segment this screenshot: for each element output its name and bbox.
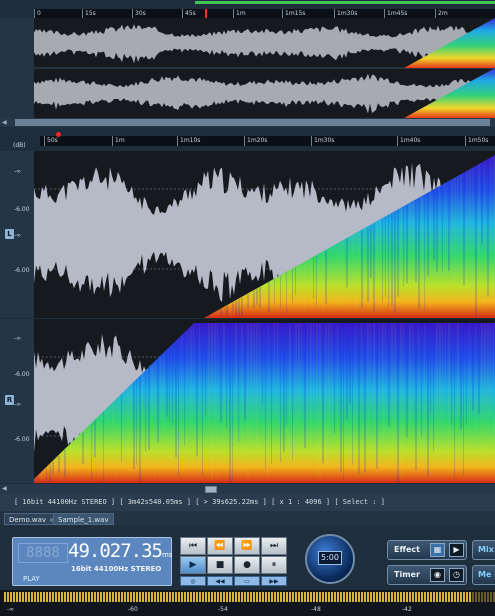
timer-knob[interactable]: 5:00: [305, 534, 355, 584]
editor-tick: 50s: [44, 136, 58, 146]
meter-label: -42: [402, 606, 412, 613]
status-select: [ Select : ]: [334, 498, 385, 506]
right-spectrogram-waveform: [34, 323, 495, 483]
editor-scrollbar[interactable]: ◀: [0, 484, 495, 494]
loop-icon[interactable]: ◎: [180, 576, 206, 586]
lcd-time-unit: ms: [161, 551, 173, 559]
timer-record-icon[interactable]: ◉: [430, 568, 445, 582]
editor-tick: 1m30s: [311, 136, 334, 146]
media-button[interactable]: Me: [472, 565, 495, 585]
clock-display: 5:00: [318, 551, 342, 565]
overview-tick: 2m: [435, 9, 448, 18]
overview-tick: 15s: [82, 9, 96, 18]
right-channel-track[interactable]: [34, 319, 495, 483]
overview-green-bar: [195, 1, 495, 4]
overview-waveform: [34, 18, 495, 118]
stop-button[interactable]: ■: [207, 556, 233, 574]
overview-playhead-marker: [205, 9, 207, 18]
overview-tick: 0: [34, 9, 41, 18]
lcd-time: 49.027.35ms: [68, 540, 172, 562]
effect-settings-icon[interactable]: ▦: [430, 543, 445, 557]
right-db-label: -6.00: [14, 371, 30, 378]
lcd-time-value: 49.027.35: [68, 540, 163, 562]
right-channel-button[interactable]: R: [5, 395, 14, 405]
skip-to-start-button[interactable]: ⏮: [180, 537, 206, 555]
left-db-label: -6.00: [14, 267, 30, 274]
meter-label: -54: [218, 606, 228, 613]
overview-tick: 1m30s: [334, 9, 357, 18]
file-tab-label: Demo.wav: [9, 516, 47, 524]
mix-button[interactable]: Mix: [472, 540, 495, 560]
left-db-label: -∞: [14, 232, 22, 239]
overview-tick: 1m15s: [282, 9, 305, 18]
overview-scrollbar-thumb[interactable]: [15, 119, 490, 126]
left-channel-track[interactable]: [34, 151, 495, 318]
file-tab-demo[interactable]: Demo.wav ×: [4, 513, 60, 525]
time-display: 8888 49.027.35ms 16bit 44100Hz STEREO PL…: [12, 537, 172, 586]
media-label: Me: [478, 570, 492, 579]
editor-tick: 1m10s: [177, 136, 200, 146]
editor-ruler: 50s 1m 1m10s 1m20s 1m30s 1m40s 1m50s: [40, 136, 495, 146]
file-tab-bar: Demo.wav × Sample_1.wav: [0, 511, 495, 526]
lcd-state: PLAY: [23, 575, 40, 583]
level-meter-bars: [4, 592, 495, 602]
editor-playhead-marker[interactable]: [56, 132, 61, 137]
editor-tick: 1m50s: [465, 136, 488, 146]
editor-panel: 50s 1m 1m10s 1m20s 1m30s 1m40s 1m50s (dB…: [0, 131, 495, 494]
left-db-label: -6.00: [14, 206, 30, 213]
prev-marker-icon[interactable]: ◀◀: [207, 576, 233, 586]
skip-to-end-button[interactable]: ⏭: [261, 537, 287, 555]
timer-label: Timer: [394, 570, 420, 579]
overview-ruler: 0 15s 30s 45s 1m 1m15s 1m30s 1m45s 2m: [34, 9, 495, 18]
right-db-label: -∞: [14, 401, 22, 408]
timer-clock-icon[interactable]: ◷: [449, 568, 464, 582]
status-cursor: [ > 39s625.22ms ]: [195, 498, 267, 506]
overview-tick: 30s: [132, 9, 146, 18]
play-button[interactable]: ▶: [180, 556, 206, 574]
level-meter: -∞ -60 -54 -48 -42: [0, 590, 495, 616]
left-channel-button[interactable]: L: [5, 229, 14, 239]
status-range: [ 3m42s540.05ms ]: [119, 498, 192, 506]
overview-tick: 45s: [182, 9, 196, 18]
editor-tick: 1m40s: [397, 136, 420, 146]
right-db-label: -6.00: [14, 436, 30, 443]
overview-scrollbar[interactable]: ◀: [0, 118, 495, 127]
effect-play-icon[interactable]: ▶: [449, 543, 464, 557]
overview-gutter: [0, 18, 34, 118]
marker-icon[interactable]: ▭: [234, 576, 260, 586]
status-bar: [ 16bit 44100Hz STEREO ] [ 3m42s540.05ms…: [0, 494, 495, 511]
mix-label: Mix: [478, 545, 494, 554]
overview-waveform-area[interactable]: [34, 18, 495, 118]
db-unit-label: (dB): [13, 142, 26, 149]
effect-label: Effect: [394, 545, 420, 554]
lcd-ghost-digits: 8888: [18, 543, 68, 563]
meter-label: -∞: [7, 606, 15, 613]
record-button[interactable]: ●: [234, 556, 260, 574]
file-tab-label: Sample_1.wav: [58, 516, 109, 524]
editor-tick: 1m: [112, 136, 125, 146]
overview-tick: 1m: [233, 9, 246, 18]
status-format: [ 16bit 44100Hz STEREO ]: [14, 498, 116, 506]
file-tab-sample[interactable]: Sample_1.wav: [53, 513, 114, 525]
status-zoom: [ x 1 : 4096 ]: [271, 498, 331, 506]
left-db-label: -∞: [14, 168, 22, 175]
pause-button[interactable]: ⏸: [261, 556, 287, 574]
editor-tick: 1m20s: [244, 136, 267, 146]
meter-label: -48: [311, 606, 321, 613]
overview-panel: 0 15s 30s 45s 1m 1m15s 1m30s 1m45s 2m ◀: [0, 0, 495, 131]
editor-scrollbar-thumb[interactable]: [205, 486, 217, 493]
fast-forward-button[interactable]: ⏩: [234, 537, 260, 555]
right-db-label: -∞: [14, 335, 22, 342]
left-spectrogram-waveform: [34, 155, 495, 318]
overview-scroll-left-arrow[interactable]: ◀: [2, 119, 10, 126]
editor-scroll-left-arrow[interactable]: ◀: [2, 485, 7, 493]
meter-label: -60: [128, 606, 138, 613]
lcd-format: 16bit 44100Hz STEREO: [71, 565, 162, 573]
next-marker-icon[interactable]: ▶▶: [261, 576, 287, 586]
rewind-button[interactable]: ⏪: [207, 537, 233, 555]
overview-tick: 1m45s: [384, 9, 407, 18]
